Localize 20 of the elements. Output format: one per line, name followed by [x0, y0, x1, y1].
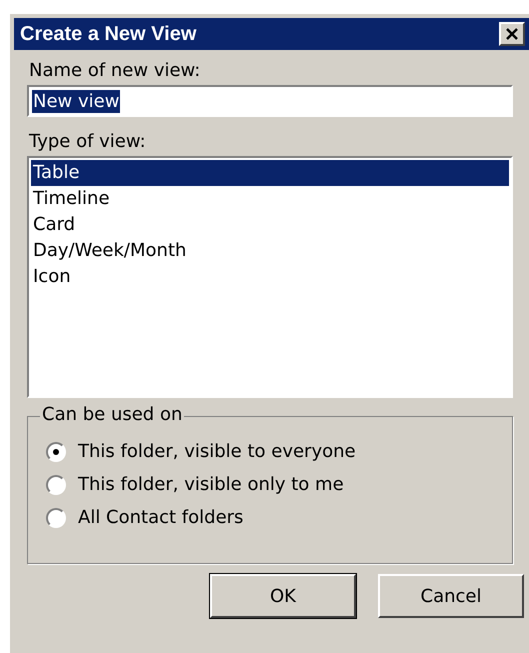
radio-label: This folder, visible to everyone — [78, 441, 356, 462]
dialog-button[interactable]: OK — [210, 574, 356, 618]
dialog-button[interactable]: Cancel — [378, 574, 524, 618]
list-item[interactable]: Icon — [31, 264, 509, 290]
field-label: Name of new view: — [29, 60, 202, 81]
input-value: New view — [32, 90, 120, 112]
list-item[interactable]: Timeline — [31, 186, 509, 212]
radio-button[interactable] — [46, 474, 66, 494]
radio-button[interactable] — [46, 508, 66, 528]
radio-label: This folder, visible only to me — [78, 474, 344, 495]
radio-button[interactable] — [46, 442, 66, 462]
list-item[interactable]: Table — [31, 160, 509, 186]
list-item[interactable]: Card — [31, 212, 509, 238]
list-label: Type of view: — [29, 131, 147, 152]
name-input-field[interactable]: New view — [27, 85, 513, 117]
close-icon — [505, 28, 519, 40]
list-item[interactable]: Day/Week/Month — [31, 238, 509, 264]
close-button[interactable] — [499, 22, 525, 46]
window-title: Create a New View — [20, 22, 196, 46]
radio-label: All Contact folders — [78, 507, 244, 528]
